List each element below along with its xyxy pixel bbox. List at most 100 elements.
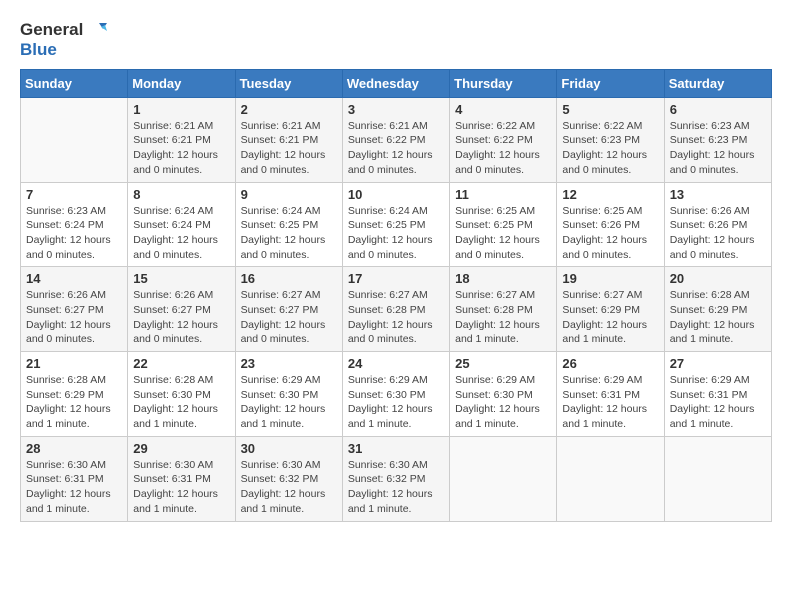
calendar-cell: 3 Sunrise: 6:21 AM Sunset: 6:22 PM Daylig…	[342, 97, 449, 182]
calendar-week-4: 21 Sunrise: 6:28 AM Sunset: 6:29 PM Dayli…	[21, 352, 772, 437]
calendar-table: SundayMondayTuesdayWednesdayThursdayFrid…	[20, 69, 772, 522]
calendar-cell: 17 Sunrise: 6:27 AM Sunset: 6:28 PM Dayli…	[342, 267, 449, 352]
calendar-cell	[557, 436, 664, 521]
calendar-header-row: SundayMondayTuesdayWednesdayThursdayFrid…	[21, 69, 772, 97]
day-info: Sunrise: 6:22 AM Sunset: 6:23 PM Dayligh…	[562, 119, 658, 178]
day-info: Sunrise: 6:28 AM Sunset: 6:29 PM Dayligh…	[670, 288, 766, 347]
day-number: 31	[348, 441, 444, 456]
day-info: Sunrise: 6:29 AM Sunset: 6:30 PM Dayligh…	[348, 373, 444, 432]
day-number: 1	[133, 102, 229, 117]
day-number: 19	[562, 271, 658, 286]
day-info: Sunrise: 6:23 AM Sunset: 6:24 PM Dayligh…	[26, 204, 122, 263]
day-info: Sunrise: 6:25 AM Sunset: 6:25 PM Dayligh…	[455, 204, 551, 263]
calendar-cell: 19 Sunrise: 6:27 AM Sunset: 6:29 PM Dayli…	[557, 267, 664, 352]
calendar-cell: 9 Sunrise: 6:24 AM Sunset: 6:25 PM Daylig…	[235, 182, 342, 267]
day-number: 29	[133, 441, 229, 456]
day-number: 16	[241, 271, 337, 286]
calendar-cell: 6 Sunrise: 6:23 AM Sunset: 6:23 PM Daylig…	[664, 97, 771, 182]
day-info: Sunrise: 6:21 AM Sunset: 6:21 PM Dayligh…	[241, 119, 337, 178]
day-number: 4	[455, 102, 551, 117]
calendar-cell: 5 Sunrise: 6:22 AM Sunset: 6:23 PM Daylig…	[557, 97, 664, 182]
calendar-week-2: 7 Sunrise: 6:23 AM Sunset: 6:24 PM Daylig…	[21, 182, 772, 267]
calendar-cell: 20 Sunrise: 6:28 AM Sunset: 6:29 PM Dayli…	[664, 267, 771, 352]
day-number: 28	[26, 441, 122, 456]
day-number: 10	[348, 187, 444, 202]
calendar-cell	[450, 436, 557, 521]
calendar-week-3: 14Sunrise: 6:26 AM Sunset: 6:27 PM Dayli…	[21, 267, 772, 352]
day-info: Sunrise: 6:30 AM Sunset: 6:32 PM Dayligh…	[241, 458, 337, 517]
day-info: Sunrise: 6:30 AM Sunset: 6:32 PM Dayligh…	[348, 458, 444, 517]
day-info: Sunrise: 6:27 AM Sunset: 6:28 PM Dayligh…	[348, 288, 444, 347]
day-info: Sunrise: 6:21 AM Sunset: 6:21 PM Dayligh…	[133, 119, 229, 178]
calendar-cell: 12 Sunrise: 6:25 AM Sunset: 6:26 PM Dayli…	[557, 182, 664, 267]
day-number: 11	[455, 187, 551, 202]
day-number: 24	[348, 356, 444, 371]
day-number: 8	[133, 187, 229, 202]
calendar-cell: 27Sunrise: 6:29 AM Sunset: 6:31 PM Dayli…	[664, 352, 771, 437]
day-number: 13	[670, 187, 766, 202]
day-number: 21	[26, 356, 122, 371]
day-header-thursday: Thursday	[450, 69, 557, 97]
day-info: Sunrise: 6:29 AM Sunset: 6:31 PM Dayligh…	[562, 373, 658, 432]
day-number: 7	[26, 187, 122, 202]
day-info: Sunrise: 6:24 AM Sunset: 6:24 PM Dayligh…	[133, 204, 229, 263]
day-info: Sunrise: 6:27 AM Sunset: 6:27 PM Dayligh…	[241, 288, 337, 347]
day-info: Sunrise: 6:24 AM Sunset: 6:25 PM Dayligh…	[241, 204, 337, 263]
calendar-cell: 14Sunrise: 6:26 AM Sunset: 6:27 PM Dayli…	[21, 267, 128, 352]
day-number: 15	[133, 271, 229, 286]
day-header-friday: Friday	[557, 69, 664, 97]
day-number: 30	[241, 441, 337, 456]
calendar-cell: 24 Sunrise: 6:29 AM Sunset: 6:30 PM Dayli…	[342, 352, 449, 437]
calendar-cell: 22Sunrise: 6:28 AM Sunset: 6:30 PM Dayli…	[128, 352, 235, 437]
day-number: 3	[348, 102, 444, 117]
day-info: Sunrise: 6:28 AM Sunset: 6:29 PM Dayligh…	[26, 373, 122, 432]
calendar-cell: 23Sunrise: 6:29 AM Sunset: 6:30 PM Dayli…	[235, 352, 342, 437]
day-number: 27	[670, 356, 766, 371]
day-number: 2	[241, 102, 337, 117]
calendar-cell: 29Sunrise: 6:30 AM Sunset: 6:31 PM Dayli…	[128, 436, 235, 521]
day-info: Sunrise: 6:26 AM Sunset: 6:26 PM Dayligh…	[670, 204, 766, 263]
day-info: Sunrise: 6:29 AM Sunset: 6:30 PM Dayligh…	[455, 373, 551, 432]
calendar-cell: 13 Sunrise: 6:26 AM Sunset: 6:26 PM Dayli…	[664, 182, 771, 267]
calendar-cell: 26Sunrise: 6:29 AM Sunset: 6:31 PM Dayli…	[557, 352, 664, 437]
day-number: 20	[670, 271, 766, 286]
calendar-cell: 7 Sunrise: 6:23 AM Sunset: 6:24 PM Daylig…	[21, 182, 128, 267]
day-info: Sunrise: 6:25 AM Sunset: 6:26 PM Dayligh…	[562, 204, 658, 263]
calendar-cell: 16 Sunrise: 6:27 AM Sunset: 6:27 PM Dayli…	[235, 267, 342, 352]
calendar-cell: 1 Sunrise: 6:21 AM Sunset: 6:21 PM Daylig…	[128, 97, 235, 182]
calendar-cell	[664, 436, 771, 521]
day-header-monday: Monday	[128, 69, 235, 97]
calendar-cell: 30 Sunrise: 6:30 AM Sunset: 6:32 PM Dayli…	[235, 436, 342, 521]
logo-blue: Blue	[20, 40, 57, 60]
calendar-cell: 10 Sunrise: 6:24 AM Sunset: 6:25 PM Dayli…	[342, 182, 449, 267]
day-info: Sunrise: 6:23 AM Sunset: 6:23 PM Dayligh…	[670, 119, 766, 178]
day-info: Sunrise: 6:26 AM Sunset: 6:27 PM Dayligh…	[26, 288, 122, 347]
logo-bird-icon	[85, 21, 107, 39]
day-number: 18	[455, 271, 551, 286]
logo: General Blue	[20, 20, 107, 61]
calendar-week-5: 28Sunrise: 6:30 AM Sunset: 6:31 PM Dayli…	[21, 436, 772, 521]
logo-general: General	[20, 20, 83, 40]
day-number: 6	[670, 102, 766, 117]
day-info: Sunrise: 6:27 AM Sunset: 6:29 PM Dayligh…	[562, 288, 658, 347]
calendar-cell	[21, 97, 128, 182]
day-number: 22	[133, 356, 229, 371]
day-info: Sunrise: 6:27 AM Sunset: 6:28 PM Dayligh…	[455, 288, 551, 347]
calendar-cell: 11 Sunrise: 6:25 AM Sunset: 6:25 PM Dayli…	[450, 182, 557, 267]
day-info: Sunrise: 6:26 AM Sunset: 6:27 PM Dayligh…	[133, 288, 229, 347]
calendar-cell: 18 Sunrise: 6:27 AM Sunset: 6:28 PM Dayli…	[450, 267, 557, 352]
calendar-cell: 4Sunrise: 6:22 AM Sunset: 6:22 PM Daylig…	[450, 97, 557, 182]
day-number: 9	[241, 187, 337, 202]
day-header-wednesday: Wednesday	[342, 69, 449, 97]
day-info: Sunrise: 6:21 AM Sunset: 6:22 PM Dayligh…	[348, 119, 444, 178]
day-header-saturday: Saturday	[664, 69, 771, 97]
calendar-cell: 15 Sunrise: 6:26 AM Sunset: 6:27 PM Dayli…	[128, 267, 235, 352]
day-number: 5	[562, 102, 658, 117]
day-number: 12	[562, 187, 658, 202]
day-number: 17	[348, 271, 444, 286]
day-info: Sunrise: 6:29 AM Sunset: 6:30 PM Dayligh…	[241, 373, 337, 432]
day-number: 25	[455, 356, 551, 371]
day-info: Sunrise: 6:24 AM Sunset: 6:25 PM Dayligh…	[348, 204, 444, 263]
calendar-cell: 25 Sunrise: 6:29 AM Sunset: 6:30 PM Dayli…	[450, 352, 557, 437]
calendar-week-1: 1 Sunrise: 6:21 AM Sunset: 6:21 PM Daylig…	[21, 97, 772, 182]
